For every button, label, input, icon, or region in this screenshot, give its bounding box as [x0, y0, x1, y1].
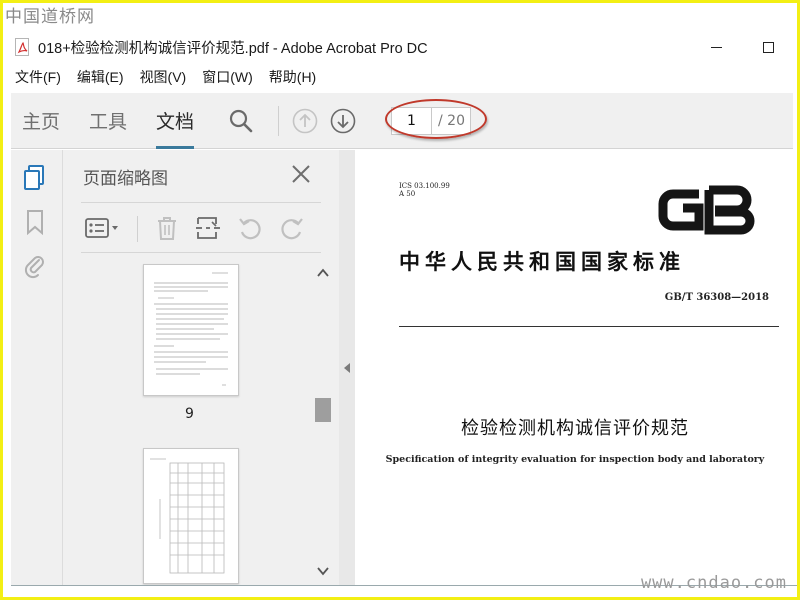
options-menu-icon — [85, 218, 118, 238]
rotate-left-button[interactable] — [235, 214, 265, 242]
panel-divider — [81, 252, 321, 253]
pdf-file-icon — [15, 38, 29, 56]
thumbnail-scrollbar[interactable] — [313, 258, 333, 586]
insert-page-button[interactable] — [193, 214, 223, 242]
thumbnail-page-label: 9 — [185, 406, 194, 422]
watermark-site-name: 中国道桥网 — [5, 7, 95, 27]
window-title: 018+检验检测机构诚信评价规范.pdf - Adobe Acrobat Pro… — [38, 40, 428, 57]
panel-title: 页面缩略图 — [83, 169, 168, 189]
document-view[interactable]: ICS 03.100.99 A 50 GB 中华人民共和国国家标准 GB/T 3… — [355, 150, 797, 586]
arrow-up-circle-icon — [292, 108, 318, 133]
next-page-button[interactable] — [329, 107, 357, 135]
menu-view[interactable]: 视图(V) — [140, 67, 187, 87]
page-thumbnail-content — [150, 458, 225, 574]
app-window: 中国道桥网 018+检验检测机构诚信评价规范.pdf - Adobe Acrob… — [3, 3, 797, 597]
gb-logo: GB — [655, 180, 759, 240]
rotate-clockwise-icon — [281, 218, 303, 240]
panel-splitter[interactable] — [339, 150, 355, 586]
page-thumbnails-icon — [24, 165, 44, 190]
scroll-thumb[interactable] — [315, 398, 331, 422]
menu-help[interactable]: 帮助(H) — [269, 67, 316, 87]
attachments-button[interactable] — [21, 252, 49, 280]
toolbar-separator — [278, 105, 280, 136]
classification-code: A 50 — [399, 190, 416, 198]
title-bar: 018+检验检测机构诚信评价规范.pdf - Adobe Acrobat Pro… — [3, 31, 797, 63]
collapse-panel-icon — [344, 363, 350, 373]
header-rule — [399, 326, 779, 327]
minimize-button[interactable] — [693, 31, 739, 63]
watermark-url: www.cndao.com — [640, 573, 787, 593]
panel-toolbar — [81, 210, 321, 246]
delete-page-button[interactable] — [153, 214, 181, 242]
navigation-rail — [11, 150, 63, 586]
standard-number: GB/T 36308—2018 — [664, 292, 769, 303]
paperclip-icon — [24, 256, 44, 279]
page-thumbnails-button[interactable] — [21, 164, 49, 192]
thumbnail-list: 9 — [81, 258, 311, 586]
menu-file[interactable]: 文件(F) — [15, 67, 61, 87]
standard-title-en: Specification of integrity evaluation fo… — [385, 454, 765, 465]
rotate-counterclockwise-icon — [239, 218, 261, 240]
page-thumbnail[interactable] — [143, 264, 239, 396]
standard-title-cn: 检验检测机构诚信评价规范 — [461, 418, 689, 439]
arrow-down-circle-icon — [330, 108, 356, 133]
bookmark-icon — [27, 210, 43, 235]
panel-close-button[interactable] — [289, 162, 313, 186]
page-thumbnail-content — [154, 272, 228, 386]
page-thumbnail[interactable] — [143, 448, 239, 584]
thumbnail-options-button[interactable] — [83, 214, 123, 242]
annotation-ellipse — [385, 99, 487, 139]
bookmarks-button[interactable] — [21, 208, 49, 236]
trash-icon — [158, 217, 176, 240]
tab-document[interactable]: 文档 — [156, 93, 195, 149]
insert-page-icon — [196, 217, 220, 239]
close-icon — [292, 165, 310, 183]
panel-tool-separator — [137, 216, 138, 242]
maximize-icon — [762, 41, 774, 53]
menu-bar: 文件(F) 编辑(E) 视图(V) 窗口(W) 帮助(H) — [3, 65, 797, 89]
minimize-icon — [710, 46, 722, 48]
scroll-up-icon — [317, 268, 329, 277]
menu-window[interactable]: 窗口(W) — [202, 67, 253, 87]
rotate-right-button[interactable] — [277, 214, 307, 242]
tab-tools[interactable]: 工具 — [89, 93, 127, 149]
scroll-down-icon — [317, 567, 329, 576]
maximize-button[interactable] — [745, 31, 791, 63]
tab-home[interactable]: 主页 — [22, 93, 60, 149]
main-toolbar: 主页 工具 文档 1 / 20 — [11, 93, 793, 149]
page-thumbnails-panel: 页面缩略图 9 — [63, 150, 339, 586]
search-button[interactable] — [226, 106, 256, 136]
previous-page-button[interactable] — [291, 107, 319, 135]
standard-header: 中华人民共和国国家标准 — [399, 249, 685, 274]
search-icon — [229, 109, 253, 132]
gb-logo-mark: GB — [658, 185, 755, 239]
ics-code: ICS 03.100.99 — [399, 182, 450, 190]
menu-edit[interactable]: 编辑(E) — [77, 67, 124, 87]
gb-logo-text: GB — [706, 237, 708, 239]
panel-divider — [81, 202, 321, 203]
